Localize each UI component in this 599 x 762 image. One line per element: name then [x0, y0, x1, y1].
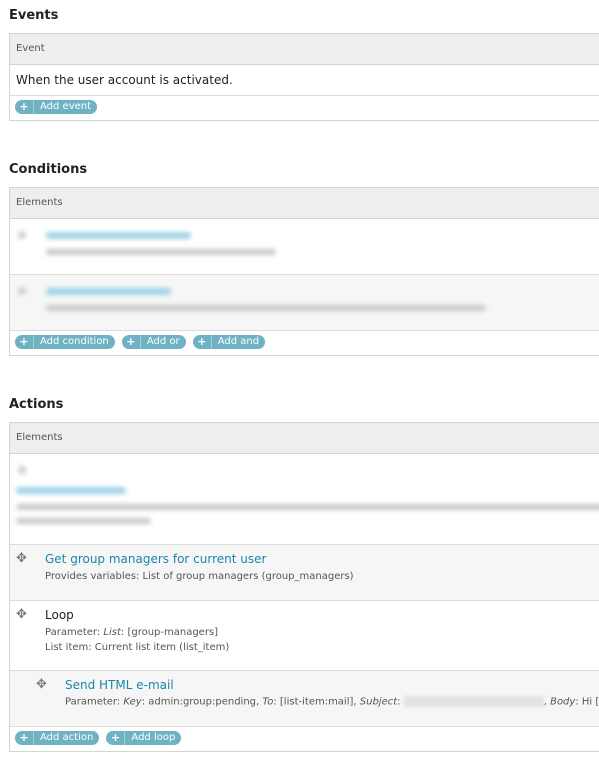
condition-row [10, 275, 599, 331]
email-parameters: Parameter: Key: admin:group:pending, To:… [65, 696, 599, 708]
plus-icon: + [15, 731, 34, 745]
event-row: When the user account is activated. [10, 65, 599, 96]
loop-parameter: Parameter: List: [group-managers] [45, 627, 219, 638]
events-column-header: Event [10, 34, 599, 65]
action-title-link[interactable]: Send HTML e-mail [65, 678, 174, 692]
add-and-button[interactable]: + Add and [192, 335, 266, 349]
add-condition-button[interactable]: + Add condition [15, 335, 115, 349]
drag-icon [18, 287, 26, 295]
loop-list-item: List item: Current list item (list_item) [45, 642, 230, 653]
subject-redacted [403, 696, 544, 707]
plus-icon: + [15, 100, 34, 114]
plus-icon: + [15, 335, 34, 349]
conditions-footer: + Add condition + Add or + Add and [10, 331, 599, 355]
plus-icon: + [106, 731, 126, 745]
events-heading: Events [9, 8, 59, 23]
condition-title-redacted[interactable] [46, 232, 191, 239]
actions-heading: Actions [9, 397, 64, 412]
action-row-loop: ✥ Loop Parameter: List: [group-managers]… [10, 601, 599, 671]
add-action-button[interactable]: + Add action [15, 731, 100, 745]
condition-row [10, 219, 599, 275]
action-description-redacted [16, 504, 599, 510]
add-loop-button[interactable]: + Add loop [106, 731, 182, 745]
add-or-button[interactable]: + Add or [121, 335, 186, 349]
action-row-get-group-managers: ✥ Get group managers for current user Pr… [10, 545, 599, 601]
condition-title-redacted[interactable] [46, 288, 171, 295]
action-description: Provides variables: List of group manage… [45, 571, 354, 582]
drag-icon [18, 231, 26, 239]
add-event-button[interactable]: + Add event [15, 100, 98, 114]
actions-footer: + Add action + Add loop [10, 727, 599, 751]
plus-icon: + [122, 335, 141, 349]
loop-title[interactable]: Loop [45, 608, 74, 622]
drag-handle-icon[interactable]: ✥ [16, 607, 27, 622]
action-row [10, 454, 599, 545]
events-footer: + Add event [10, 96, 599, 120]
action-description-redacted [16, 518, 151, 524]
drag-icon [18, 466, 26, 474]
action-title-link[interactable]: Get group managers for current user [45, 552, 266, 566]
actions-column-header: Elements [10, 423, 599, 454]
actions-table: Elements ✥ Get group managers for curren… [9, 422, 599, 752]
condition-description-redacted [46, 305, 486, 311]
plus-icon: + [193, 335, 212, 349]
events-table: Event When the user account is activated… [9, 33, 599, 121]
conditions-column-header: Elements [10, 188, 599, 219]
drag-handle-icon[interactable]: ✥ [36, 677, 47, 692]
drag-handle-icon[interactable]: ✥ [16, 551, 27, 566]
conditions-table: Elements + Add condition + Add or + Add … [9, 187, 599, 356]
action-row-send-html-email: ✥ Send HTML e-mail Parameter: Key: admin… [10, 671, 599, 727]
event-text[interactable]: When the user account is activated. [10, 65, 599, 95]
conditions-heading: Conditions [9, 162, 88, 177]
action-title-redacted[interactable] [16, 487, 126, 494]
condition-description-redacted [46, 249, 276, 255]
